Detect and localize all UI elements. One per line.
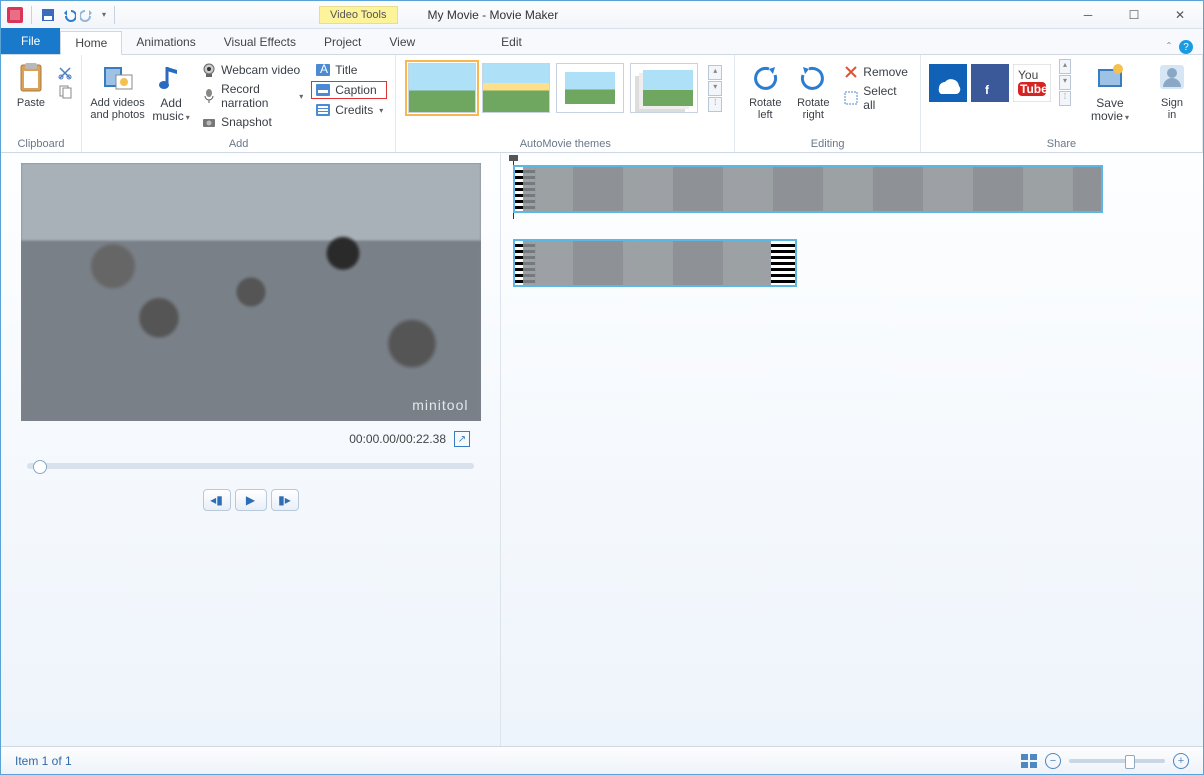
title-button[interactable]: ATitle <box>311 61 387 79</box>
zoom-in-button[interactable]: + <box>1173 753 1189 769</box>
video-clip-1[interactable] <box>513 165 1103 213</box>
facebook-icon[interactable]: f <box>971 64 1009 102</box>
rotate-left-button[interactable]: Rotate left <box>743 59 787 123</box>
video-clip-2[interactable] <box>513 239 797 287</box>
tab-home[interactable]: Home <box>60 31 122 55</box>
tab-view[interactable]: View <box>375 30 429 54</box>
zoom-out-button[interactable]: − <box>1045 753 1061 769</box>
quick-access-toolbar: ▾ <box>1 6 119 24</box>
theme-4[interactable] <box>630 63 698 113</box>
credits-button[interactable]: Credits▾ <box>311 101 387 119</box>
remove-button[interactable]: Remove <box>839 63 912 81</box>
play-button[interactable]: ▶ <box>235 489 267 511</box>
tab-project[interactable]: Project <box>310 30 375 54</box>
sign-in-button[interactable]: Sign in <box>1150 59 1194 123</box>
status-text: Item 1 of 1 <box>15 754 72 768</box>
title-icon: A <box>315 62 331 78</box>
preview-pane: minitool 00:00.00/00:22.38 ↗ ◂▮ ▶ ▮▸ <box>1 153 501 746</box>
storyboard-pane[interactable] <box>501 153 1203 746</box>
credits-icon <box>315 102 331 118</box>
select-all-icon <box>843 90 859 106</box>
group-share: f YouTube ▴ ▾ ⁞ Save movie▾ Sign in Shar… <box>921 55 1203 152</box>
close-button[interactable]: ✕ <box>1157 4 1203 26</box>
music-note-icon <box>155 61 187 93</box>
prev-frame-button[interactable]: ◂▮ <box>203 489 231 511</box>
tab-edit[interactable]: Edit <box>487 30 536 54</box>
caption-button[interactable]: Caption <box>311 81 387 99</box>
theme-1[interactable] <box>408 63 476 113</box>
add-music-button[interactable]: Add music▾ <box>149 59 193 126</box>
tab-animations[interactable]: Animations <box>122 30 209 54</box>
qat-dropdown[interactable]: ▾ <box>102 10 106 19</box>
share-more-button[interactable]: ⁞ <box>1059 91 1071 106</box>
redo-icon[interactable] <box>80 7 96 23</box>
snapshot-button[interactable]: Snapshot <box>197 113 307 131</box>
fullscreen-icon[interactable]: ↗ <box>454 431 470 447</box>
theme-2[interactable] <box>482 63 550 113</box>
thumbnails-view-icon[interactable] <box>1021 754 1037 768</box>
time-display: 00:00.00/00:22.38 <box>349 432 446 446</box>
rotate-left-icon <box>749 61 781 93</box>
group-clipboard: Paste Clipboard <box>1 55 82 152</box>
save-movie-icon <box>1094 61 1126 93</box>
microphone-icon <box>201 88 217 104</box>
onedrive-icon[interactable] <box>929 64 967 102</box>
share-down-button[interactable]: ▾ <box>1059 75 1071 90</box>
camera-icon <box>201 114 217 130</box>
group-automovie-themes: ▴ ▾ ⁞ AutoMovie themes <box>396 55 735 152</box>
next-frame-button[interactable]: ▮▸ <box>271 489 299 511</box>
undo-icon[interactable] <box>60 7 76 23</box>
contextual-tab-video-tools: Video Tools <box>319 6 397 24</box>
svg-text:A: A <box>320 62 328 76</box>
film-photo-icon <box>102 61 134 93</box>
rotate-right-icon <box>797 61 829 93</box>
share-up-button[interactable]: ▴ <box>1059 59 1071 74</box>
tab-file[interactable]: File <box>1 28 60 54</box>
record-narration-button[interactable]: Record narration▾ <box>197 81 307 111</box>
save-movie-button[interactable]: Save movie▾ <box>1087 59 1133 126</box>
theme-3[interactable] <box>556 63 624 113</box>
content-area: minitool 00:00.00/00:22.38 ↗ ◂▮ ▶ ▮▸ <box>1 153 1203 746</box>
status-bar: Item 1 of 1 − + <box>1 746 1203 774</box>
title-bar: ▾ Video Tools My Movie - Movie Maker ─ ☐… <box>1 1 1203 29</box>
video-preview[interactable]: minitool <box>21 163 481 421</box>
svg-text:Tube: Tube <box>1020 82 1048 96</box>
group-add: Add videos and photos Add music▾ Webcam … <box>82 55 396 152</box>
group-editing: Rotate left Rotate right Remove Select a… <box>735 55 921 152</box>
ribbon: Paste Clipboard Add videos and photos Ad… <box>1 55 1203 153</box>
themes-down-button[interactable]: ▾ <box>708 81 722 96</box>
select-all-button[interactable]: Select all <box>839 83 912 113</box>
youtube-icon[interactable]: YouTube <box>1013 64 1051 102</box>
tab-visual-effects[interactable]: Visual Effects <box>210 30 310 54</box>
remove-icon <box>843 64 859 80</box>
webcam-icon <box>201 62 217 78</box>
user-icon <box>1156 61 1188 93</box>
rotate-right-button[interactable]: Rotate right <box>791 59 835 123</box>
svg-text:You: You <box>1018 68 1038 82</box>
minimize-button[interactable]: ─ <box>1065 4 1111 26</box>
zoom-slider[interactable] <box>1069 759 1165 763</box>
clipboard-icon <box>15 61 47 93</box>
help-icon[interactable]: ? <box>1179 40 1193 54</box>
watermark: minitool <box>412 397 468 413</box>
add-videos-button[interactable]: Add videos and photos <box>90 59 145 123</box>
webcam-video-button[interactable]: Webcam video <box>197 61 307 79</box>
maximize-button[interactable]: ☐ <box>1111 4 1157 26</box>
ribbon-tabs: File Home Animations Visual Effects Proj… <box>1 29 1203 55</box>
themes-up-button[interactable]: ▴ <box>708 65 722 80</box>
copy-icon[interactable] <box>57 83 73 99</box>
paste-button[interactable]: Paste <box>9 59 53 111</box>
app-icon <box>7 7 23 23</box>
themes-more-button[interactable]: ⁞ <box>708 97 722 112</box>
cut-icon[interactable] <box>57 65 73 81</box>
ribbon-collapse-icon[interactable]: ˆ <box>1167 40 1171 54</box>
caption-icon <box>315 82 331 98</box>
window-title: My Movie - Movie Maker <box>428 8 559 22</box>
scrub-bar[interactable] <box>27 463 474 469</box>
save-icon[interactable] <box>40 7 56 23</box>
